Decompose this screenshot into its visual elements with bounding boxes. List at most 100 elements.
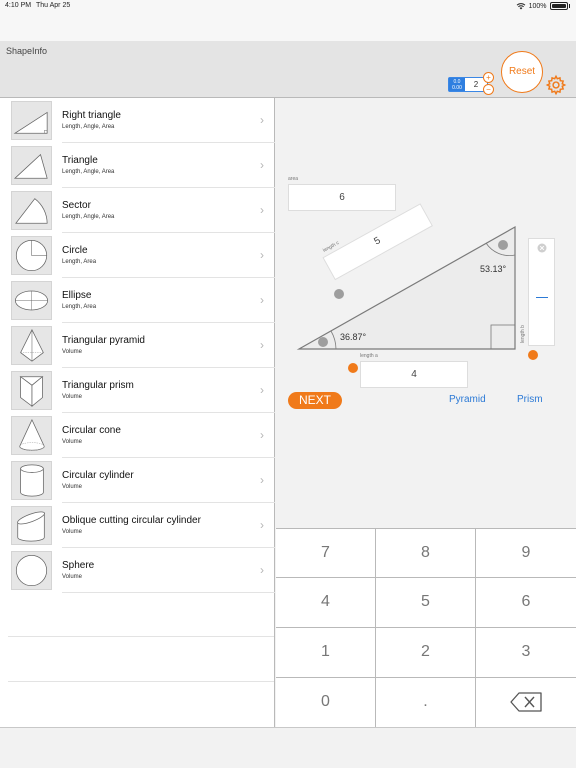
calculator-panel: area 6 length c 5 53.13° 36.87° length a… <box>276 98 576 528</box>
circle-icon <box>15 239 48 272</box>
thumb-sector <box>11 191 52 230</box>
status-right: 100% <box>516 2 570 10</box>
clear-icon[interactable] <box>537 243 547 253</box>
numeric-keypad: 7 8 9 4 5 6 1 2 3 0 . <box>276 528 576 727</box>
list-item-circular-cylinder[interactable]: Circular cylinder Volume › <box>0 458 275 503</box>
decimal-plus-button[interactable]: + <box>483 72 494 83</box>
list-item-sphere[interactable]: Sphere Volume › <box>0 548 275 593</box>
list-item-triangle[interactable]: Triangle Length, Angle, Area › <box>0 143 275 188</box>
key-9[interactable]: 9 <box>476 529 576 577</box>
status-date: Thu Apr 25 <box>36 2 71 9</box>
key-4[interactable]: 4 <box>276 578 375 627</box>
list-item-title: Circular cylinder <box>62 470 134 481</box>
triangle-icon <box>13 153 48 179</box>
reset-button[interactable]: Reset <box>501 51 543 93</box>
thumb-triangular-pyramid <box>11 326 52 365</box>
length-b-field[interactable] <box>528 238 555 346</box>
next-button[interactable]: NEXT <box>288 392 342 409</box>
list-item-title: Circle <box>62 245 88 256</box>
list-item-circle[interactable]: Circle Length, Area › <box>0 233 275 278</box>
chevron-right-icon: › <box>260 428 264 442</box>
list-item-ellipse[interactable]: Ellipse Length, Area › <box>0 278 275 323</box>
chevron-right-icon: › <box>260 293 264 307</box>
thumb-ellipse <box>11 281 52 320</box>
thumb-right-triangle <box>11 101 52 140</box>
circular-cone-icon <box>19 418 45 451</box>
decimal-badge-bottom: 0.00 <box>452 85 462 91</box>
key-2[interactable]: 2 <box>376 628 475 677</box>
length-a-field[interactable]: 4 <box>360 361 468 388</box>
angle-left-handle[interactable] <box>318 337 328 347</box>
chevron-right-icon: › <box>260 158 264 172</box>
backspace-icon <box>510 692 542 712</box>
area-label: area <box>288 176 299 182</box>
thumb-oblique-cylinder <box>11 506 52 545</box>
list-item-subtitle: Length, Angle, Area <box>62 169 115 175</box>
list-item-oblique-cylinder[interactable]: Oblique cutting circular cylinder Volume… <box>0 503 275 548</box>
length-b-handle[interactable] <box>528 350 538 360</box>
list-item-circular-cone[interactable]: Circular cone Volume › <box>0 413 275 458</box>
list-item-triangular-prism[interactable]: Triangular prism Volume › <box>0 368 275 413</box>
decimal-places-control[interactable]: 0.0 0.00 2 <box>448 77 488 92</box>
chevron-right-icon: › <box>260 563 264 577</box>
divider <box>8 681 274 682</box>
list-item-title: Triangular pyramid <box>62 335 145 346</box>
key-0[interactable]: 0 <box>276 678 375 727</box>
decimal-minus-button[interactable]: − <box>483 84 494 95</box>
key-6[interactable]: 6 <box>476 578 576 627</box>
length-a-handle[interactable] <box>348 363 358 373</box>
list-item-title: Oblique cutting circular cylinder <box>62 515 201 526</box>
list-item-subtitle: Volume <box>62 349 83 355</box>
thumb-circle <box>11 236 52 275</box>
circular-cylinder-icon <box>20 464 44 497</box>
list-item-subtitle: Length, Angle, Area <box>62 214 115 220</box>
list-item-triangular-pyramid[interactable]: Triangular pyramid Volume › <box>0 323 275 368</box>
list-item-title: Sphere <box>62 560 95 571</box>
divider <box>62 592 275 593</box>
battery-percent: 100% <box>528 2 547 10</box>
battery-icon <box>549 2 568 10</box>
length-c-handle[interactable] <box>334 289 344 299</box>
pyramid-button[interactable]: Pyramid <box>449 394 486 405</box>
list-item-sector[interactable]: Sector Length, Angle, Area › <box>0 188 275 233</box>
key-7[interactable]: 7 <box>276 529 375 577</box>
thumb-circular-cylinder <box>11 461 52 500</box>
key-1[interactable]: 1 <box>276 628 375 677</box>
chevron-right-icon: › <box>260 473 264 487</box>
list-item-right-triangle[interactable]: Right triangle Length, Angle, Area › <box>0 98 275 143</box>
length-b-label: length b <box>520 325 526 343</box>
status-bar: 4:10 PM Thu Apr 25 100% <box>0 0 576 14</box>
key-backspace[interactable] <box>476 678 576 727</box>
chevron-right-icon: › <box>260 113 264 127</box>
gear-icon[interactable] <box>545 74 567 96</box>
thumb-sphere <box>11 551 52 590</box>
list-item-subtitle: Length, Area <box>62 259 97 265</box>
prism-button[interactable]: Prism <box>517 394 543 405</box>
chevron-right-icon: › <box>260 203 264 217</box>
shape-list: Right triangle Length, Angle, Area › Tri… <box>0 98 275 727</box>
chevron-right-icon: › <box>260 248 264 262</box>
key-3[interactable]: 3 <box>476 628 576 677</box>
area-field[interactable]: 6 <box>288 184 396 211</box>
bottom-bar <box>0 727 576 768</box>
chevron-right-icon: › <box>260 338 264 352</box>
angle-left-label: 36.87° <box>340 332 367 342</box>
divider <box>8 636 274 637</box>
list-item-subtitle: Length, Angle, Area <box>62 124 115 130</box>
app-title: ShapeInfo <box>6 46 48 56</box>
oblique-cylinder-icon <box>17 511 45 542</box>
key-decimal[interactable]: . <box>376 678 475 727</box>
wifi-icon <box>516 3 525 10</box>
sphere-icon <box>15 554 48 587</box>
list-item-subtitle: Volume <box>62 574 83 580</box>
key-8[interactable]: 8 <box>376 529 475 577</box>
thumb-triangular-prism <box>11 371 52 410</box>
key-5[interactable]: 5 <box>376 578 475 627</box>
list-item-subtitle: Length, Area <box>62 304 97 310</box>
battery-cap <box>568 4 570 8</box>
list-item-subtitle: Volume <box>62 439 83 445</box>
text-cursor <box>536 297 548 298</box>
navigation-bar: ShapeInfo 0.0 0.00 2 + − Reset <box>0 41 576 98</box>
decimal-badge: 0.0 0.00 <box>449 78 465 91</box>
angle-top-handle[interactable] <box>498 240 508 250</box>
